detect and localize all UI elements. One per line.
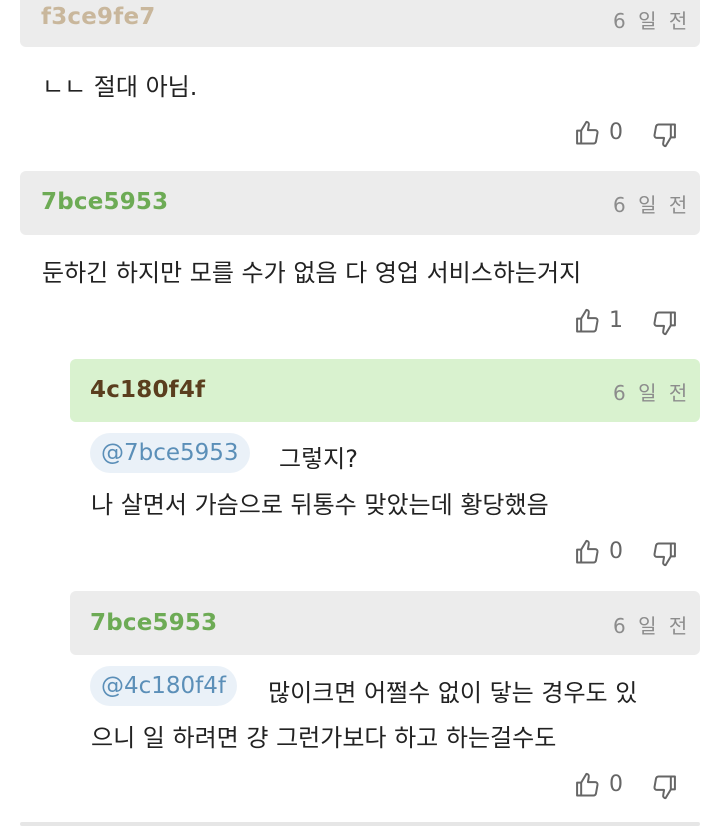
comment-author[interactable]: 7bce5953 [41,189,168,215]
thumbs-down-icon[interactable] [651,309,679,337]
comment-time: 6 일 전 [613,9,691,33]
like-count: 0 [609,539,623,564]
comment-time: 6 일 전 [613,381,691,405]
like-count: 0 [609,772,623,797]
thumbs-up-icon[interactable] [573,307,601,335]
comment-text: 으니 일 하려면 걍 그런가보다 하고 하는걸수도 [91,724,557,752]
comment-text: 둔하긴 하지만 모를 수가 없음 다 영업 서비스하는거지 [42,259,582,287]
thumbs-up-icon[interactable] [573,538,601,566]
comment-text: ㄴㄴ 절대 아님. [42,73,198,101]
comment-text: 나 살면서 가슴으로 뒤통수 맞았는데 황당했음 [91,491,549,519]
comment-time: 6 일 전 [613,193,691,217]
thumbs-down-icon[interactable] [651,540,679,568]
thumbs-up-icon[interactable] [573,119,601,147]
comment-time: 6 일 전 [613,614,691,638]
thumbs-down-icon[interactable] [651,121,679,149]
like-count: 1 [609,308,623,333]
thumbs-up-icon[interactable] [573,771,601,799]
comment-author[interactable]: 7bce5953 [90,610,217,636]
mention-tag[interactable]: @7bce5953 [90,433,250,473]
next-comment-header-edge [20,822,700,826]
like-count: 0 [609,120,623,145]
comment-author[interactable]: 4c180f4f [90,377,205,403]
comment-text: 많이크면 어쩔수 없이 닿는 경우도 있 [268,679,638,707]
comment-author[interactable]: f3ce9fe7 [41,4,155,30]
mention-tag[interactable]: @4c180f4f [90,666,238,706]
comment-text: 그렇지? [279,445,358,473]
thumbs-down-icon[interactable] [651,773,679,801]
comment-thread: f3ce9fe7 6 일 전 ㄴㄴ 절대 아님. 0 7bce5953 6 일 … [0,0,720,826]
